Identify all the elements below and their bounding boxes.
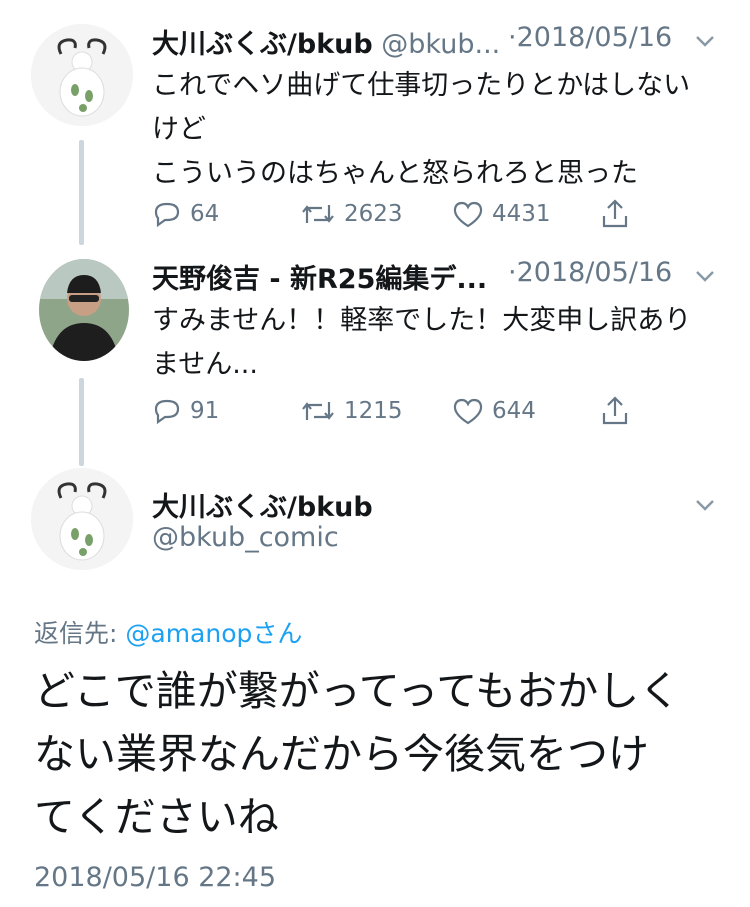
avatar[interactable] [39,259,129,361]
chevron-down-icon[interactable] [694,494,716,516]
reply-button[interactable]: 64 [152,194,219,234]
mascot-avatar-image [31,468,133,570]
reply-mention-suffix: さん [252,619,303,648]
tweet-actions: 64 2623 4431 [152,194,652,234]
like-icon [453,201,483,228]
tweet-1[interactable]: 大川ぶくぶ/bkub @bkub... ·2018/05/16 これでヘソ曲げて… [0,0,750,250]
display-name[interactable]: 大川ぶくぶ/bkub [152,29,373,60]
share-icon [602,396,628,425]
retweet-icon [302,402,334,420]
tweet-text: これでヘソ曲げて仕事切ったりとかはしない けど こういうのはちゃんと怒られろと思… [152,70,691,189]
display-name[interactable]: 大川ぶくぶ/bkub [152,485,373,524]
tweet-2[interactable]: 天野俊吉 - 新R25編集デ... ·2018/05/16 すみません！！軽率で… [0,235,750,455]
share-icon [602,199,628,228]
like-button[interactable]: 4431 [452,194,551,234]
like-icon [453,398,483,425]
reply-icon [154,399,180,425]
reply-count: 91 [190,398,220,424]
avatar[interactable] [31,468,133,570]
share-button[interactable] [600,391,638,431]
reply-to-label: 返信先: [34,619,126,648]
tweet-date[interactable]: ·2018/05/16 [508,22,672,53]
user-handle[interactable]: @bkub_comic [152,522,339,553]
display-name[interactable]: 天野俊吉 - 新R25編集デ... [152,264,487,295]
chevron-down-icon[interactable] [694,30,716,52]
like-button[interactable]: 644 [452,391,536,431]
chevron-down-icon[interactable] [694,265,716,287]
retweet-count: 2623 [344,201,403,227]
reply-mention-link[interactable]: @amanop [125,619,252,648]
main-tweet-text: どこで誰が繋がってってもおかしく ない業界なんだから今後気をつけ てくださいね [34,667,681,841]
tweet-text: すみません！！軽率でした！大変申し訳あり ません... [152,305,692,380]
reply-icon [154,202,180,228]
user-handle[interactable]: @bkub... [381,29,500,60]
like-count: 4431 [492,201,551,227]
retweet-icon [302,205,334,223]
tweet-date[interactable]: ·2018/05/16 [508,257,672,288]
like-count: 644 [492,398,536,424]
reply-button[interactable]: 91 [152,391,219,431]
tweet-timestamp: 2018/05/16 22:45 [34,862,277,893]
reply-count: 64 [190,201,220,227]
mascot-avatar-image [31,24,133,126]
retweet-button[interactable]: 2623 [300,194,403,234]
tweet-actions: 91 1215 644 [152,391,652,431]
retweet-count: 1215 [344,398,403,424]
person-avatar-image [39,259,129,361]
retweet-button[interactable]: 1215 [300,391,403,431]
reply-to-line: 返信先: @amanopさん [34,614,302,650]
avatar[interactable] [31,24,133,126]
share-button[interactable] [600,194,638,234]
